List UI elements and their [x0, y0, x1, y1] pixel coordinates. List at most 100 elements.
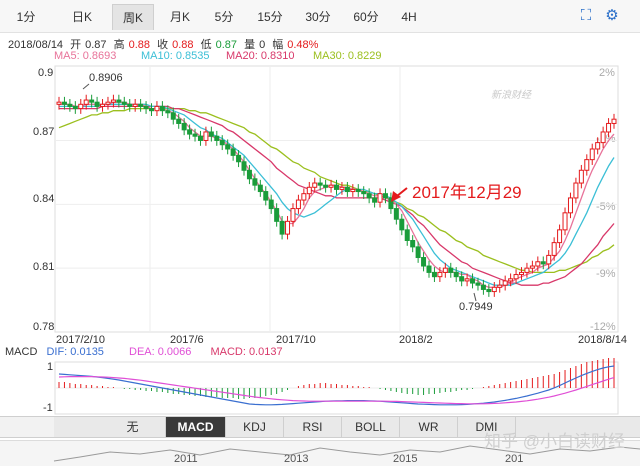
- candle-body-89: [540, 261, 546, 265]
- candle-body-94: [567, 197, 573, 214]
- candle-body-44: [295, 199, 301, 210]
- candle-body-18: [154, 105, 160, 112]
- candle-body-76: [470, 278, 476, 284]
- candle-body-60: [382, 193, 388, 199]
- candle-body-0: [56, 101, 62, 105]
- candle-body-35: [246, 169, 252, 180]
- candle-body-12: [121, 101, 127, 105]
- candle-body-71: [442, 267, 448, 273]
- candle-body-62: [393, 208, 399, 220]
- candle-body-3: [72, 105, 78, 110]
- candle-body-59: [377, 193, 383, 203]
- zhihu-watermark: 知乎 @小白读财经: [484, 432, 625, 451]
- candle-body-77: [475, 282, 481, 286]
- candle-body-11: [116, 99, 122, 103]
- indicator-tab-boll[interactable]: BOLL: [342, 417, 400, 437]
- candle-body-51: [334, 184, 339, 190]
- indicator-tab-rsi[interactable]: RSI: [284, 417, 342, 437]
- candle-body-58: [372, 197, 378, 203]
- candle-body-10: [110, 99, 116, 103]
- year-label-2015: 2015: [393, 453, 418, 465]
- candle-body-69: [431, 271, 437, 278]
- candle-body-73: [453, 271, 459, 278]
- indicator-tab-macd[interactable]: MACD: [166, 417, 226, 437]
- candle-body-70: [437, 271, 443, 278]
- candle-body-45: [301, 193, 307, 201]
- indicator-tab-none[interactable]: 无: [100, 417, 166, 437]
- candle-body-48: [317, 182, 323, 186]
- candle-body-30: [219, 139, 225, 146]
- candle-body-66: [415, 246, 421, 259]
- indicator-tab-wr[interactable]: WR: [400, 417, 458, 437]
- candle-body-49: [323, 184, 329, 188]
- candle-body-84: [513, 274, 519, 280]
- candle-body-75: [464, 278, 470, 282]
- candle-body-83: [508, 278, 514, 282]
- candle-body-93: [562, 212, 568, 231]
- candle-body-68: [426, 265, 432, 273]
- candle-body-78: [480, 284, 486, 290]
- candle-body-38: [263, 191, 269, 201]
- candle-body-90: [546, 254, 552, 265]
- candle-body-81: [497, 284, 503, 288]
- candle-body-22: [176, 118, 182, 124]
- candle-body-27: [203, 131, 209, 141]
- ma5-line: [59, 101, 615, 288]
- candle-body-32: [230, 148, 236, 156]
- candle-body-19: [159, 105, 165, 112]
- candle-body-21: [170, 112, 176, 120]
- candle-body-55: [355, 188, 361, 193]
- candle-body-24: [187, 129, 193, 135]
- candle-body-25: [192, 133, 198, 137]
- candle-body-91: [551, 242, 557, 256]
- candle-body-5: [83, 99, 89, 105]
- candle-body-102: [611, 118, 617, 124]
- indicator-tab-kdj[interactable]: KDJ: [226, 417, 284, 437]
- candle-body-63: [399, 218, 405, 231]
- candle-body-65: [410, 239, 416, 248]
- candle-body-98: [589, 148, 595, 161]
- candle-body-53: [344, 186, 350, 193]
- candle-body-92: [557, 229, 563, 244]
- candle-body-67: [421, 257, 427, 267]
- candle-body-2: [67, 103, 73, 107]
- macd-panel: [55, 358, 618, 406]
- candle-body-56: [361, 191, 367, 195]
- candle-body-43: [290, 208, 296, 222]
- candle-body-88: [535, 261, 541, 267]
- candle-body-52: [339, 186, 345, 190]
- candle-body-54: [350, 188, 356, 193]
- candle-body-47: [312, 182, 318, 188]
- candle-body-7: [94, 101, 100, 107]
- candle-body-87: [529, 265, 535, 269]
- candle-body-99: [595, 142, 601, 150]
- kline-chart: [54, 65, 619, 415]
- candle-body-9: [105, 101, 111, 105]
- nav-area: [0, 416, 54, 438]
- candle-body-33: [236, 154, 242, 163]
- candle-body-16: [143, 105, 149, 110]
- candle-body-64: [404, 229, 410, 241]
- candle-body-74: [459, 276, 465, 282]
- year-label-2017: 201: [505, 453, 524, 465]
- annotation-arrow: [391, 187, 408, 202]
- moving-averages: [58, 101, 615, 288]
- candle-body-96: [578, 169, 584, 184]
- candle-body-85: [519, 271, 524, 276]
- candle-body-97: [584, 159, 590, 171]
- ma10-line: [59, 103, 615, 286]
- candle-body-57: [366, 193, 372, 199]
- candle-body-29: [214, 135, 220, 141]
- candle-body-14: [132, 103, 138, 107]
- candle-body-23: [181, 122, 187, 131]
- candle-body-17: [149, 108, 154, 112]
- candle-body-31: [225, 144, 231, 150]
- candle-body-15: [138, 103, 144, 107]
- candle-body-40: [274, 208, 280, 222]
- candle-body-46: [306, 186, 312, 195]
- candle-body-13: [127, 103, 133, 107]
- candle-body-42: [285, 220, 291, 235]
- candle-body-100: [600, 131, 606, 144]
- candle-body-50: [328, 184, 334, 188]
- candle-body-79: [486, 288, 492, 293]
